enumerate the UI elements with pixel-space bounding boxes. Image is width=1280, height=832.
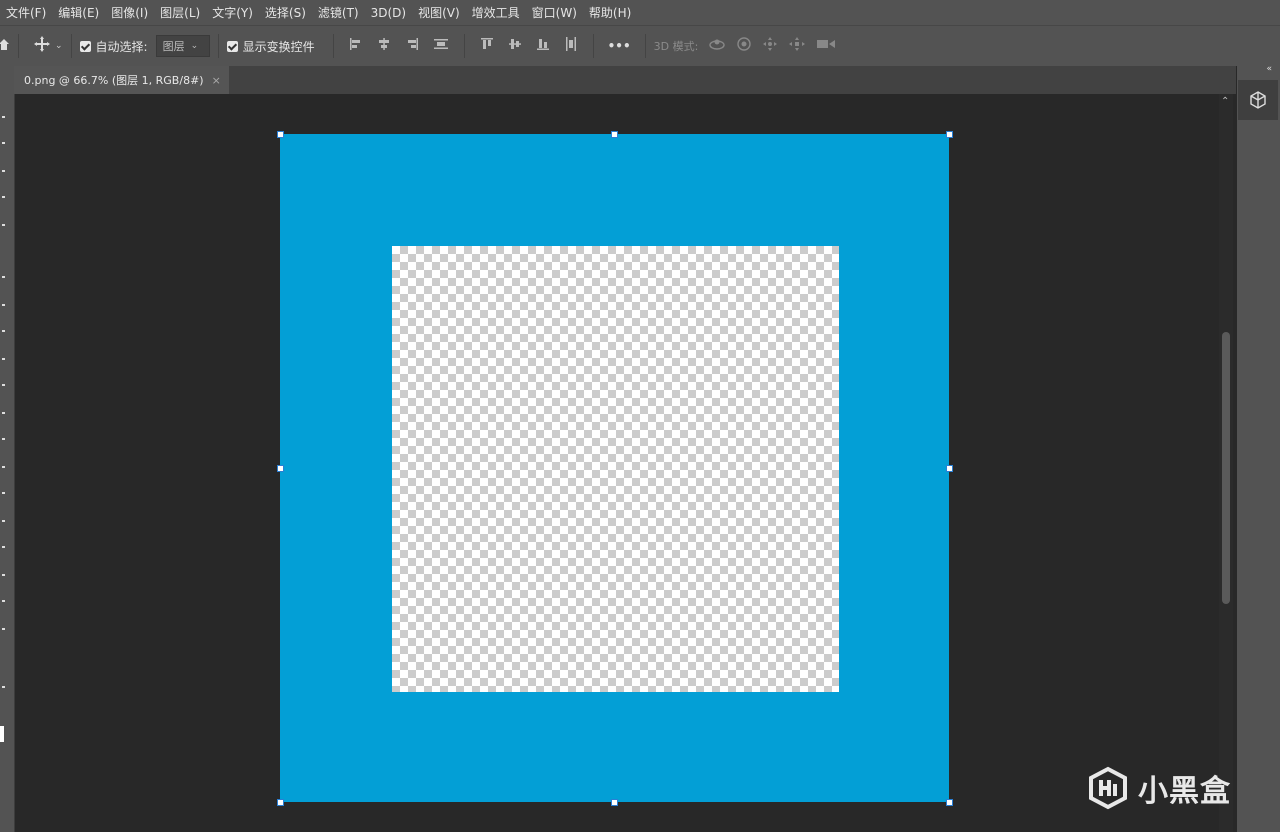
tool-marker: [2, 358, 5, 360]
tool-marker: [2, 384, 5, 386]
distribute-horizontal-icon[interactable]: [433, 37, 449, 55]
tool-marker: [2, 628, 5, 630]
home-icon[interactable]: [0, 37, 10, 55]
transform-handle-bottom-left[interactable]: [277, 799, 284, 806]
tool-marker: [2, 412, 5, 414]
transform-handle-left[interactable]: [277, 465, 284, 472]
transform-handle-top[interactable]: [611, 131, 618, 138]
move-tool-icon[interactable]: [33, 35, 51, 57]
camera-3d-icon[interactable]: [816, 37, 836, 55]
tool-marker: [2, 196, 5, 198]
auto-select-dropdown[interactable]: 图层 ⌄: [155, 35, 210, 57]
vertical-scrollbar[interactable]: ⌃: [1219, 94, 1233, 832]
align-right-icon[interactable]: [405, 37, 419, 55]
tools-panel[interactable]: [0, 66, 15, 832]
menu-edit[interactable]: 编辑(E): [52, 4, 105, 21]
menu-3d[interactable]: 3D(D): [365, 6, 412, 20]
tool-marker: [2, 170, 5, 172]
align-top-icon[interactable]: [480, 37, 494, 55]
tool-marker: [2, 574, 5, 576]
foreground-color-swatch[interactable]: [0, 726, 4, 742]
slide-3d-icon[interactable]: [788, 36, 806, 56]
separator: [644, 34, 646, 58]
auto-select-checkbox[interactable]: [79, 40, 91, 52]
tool-marker: [2, 546, 5, 548]
mode3d-group: [708, 36, 836, 56]
xiaoheihe-logo-icon: [1089, 766, 1127, 810]
right-panel-dock: «: [1237, 64, 1280, 832]
tool-marker: [2, 438, 5, 440]
pan-3d-icon[interactable]: [762, 36, 778, 56]
watermark-text: 小黑盒: [1138, 774, 1231, 809]
tool-marker: [2, 492, 5, 494]
transform-handle-bottom-right[interactable]: [946, 799, 953, 806]
roll-3d-icon[interactable]: [736, 36, 752, 56]
menu-image[interactable]: 图像(I): [105, 4, 154, 21]
mode3d-label: 3D 模式:: [653, 40, 699, 53]
transform-handle-right[interactable]: [946, 465, 953, 472]
document-tab-bar: 0.png @ 66.7% (图层 1, RGB/8#) ×: [14, 66, 1236, 94]
auto-select-label: 自动选择:: [95, 39, 148, 54]
menu-help[interactable]: 帮助(H): [583, 4, 637, 21]
separator: [463, 34, 465, 58]
transform-handle-top-left[interactable]: [277, 131, 284, 138]
align-hcenter-icon[interactable]: [377, 37, 391, 55]
menu-filter[interactable]: 滤镜(T): [312, 4, 365, 21]
3d-panel-button[interactable]: [1238, 80, 1278, 120]
separator: [332, 34, 334, 58]
menu-select[interactable]: 选择(S): [259, 4, 312, 21]
valign-group: [473, 36, 585, 56]
tool-marker: [2, 304, 5, 306]
scroll-up-icon[interactable]: ⌃: [1221, 96, 1229, 107]
separator: [592, 34, 594, 58]
tool-marker: [2, 466, 5, 468]
tool-marker: [2, 600, 5, 602]
menu-plugins[interactable]: 增效工具: [466, 4, 526, 21]
document-tab[interactable]: 0.png @ 66.7% (图层 1, RGB/8#) ×: [14, 66, 229, 94]
orbit-3d-icon[interactable]: [708, 36, 726, 56]
more-options-button[interactable]: •••: [608, 39, 631, 53]
transparent-area: [392, 246, 839, 692]
document-canvas[interactable]: [280, 134, 949, 802]
distribute-vertical-icon[interactable]: [564, 36, 578, 56]
options-bar: ⌄ 自动选择: 图层 ⌄ 显示变换控件 ••• 3D 模式:: [0, 25, 1280, 66]
menu-layer[interactable]: 图层(L): [154, 4, 206, 21]
transform-handle-top-right[interactable]: [946, 131, 953, 138]
menu-window[interactable]: 窗口(W): [526, 4, 583, 21]
tool-marker: [2, 686, 5, 688]
menu-file[interactable]: 文件(F): [0, 4, 52, 21]
tool-marker: [2, 116, 5, 118]
chevron-down-icon: ⌄: [190, 41, 199, 51]
watermark: 小黑盒: [1086, 766, 1231, 810]
tool-marker: [2, 224, 5, 226]
separator: [18, 34, 19, 58]
tool-marker: [2, 276, 5, 278]
document-tab-title: 0.png @ 66.7% (图层 1, RGB/8#): [24, 74, 204, 87]
chevron-down-icon[interactable]: ⌄: [55, 41, 63, 51]
menu-view[interactable]: 视图(V): [412, 4, 466, 21]
collapse-panels-icon[interactable]: «: [1266, 64, 1272, 74]
show-transform-label: 显示变换控件: [242, 39, 315, 54]
align-bottom-icon[interactable]: [536, 37, 550, 55]
auto-select-value: 图层: [162, 40, 185, 53]
menu-bar: 文件(F) 编辑(E) 图像(I) 图层(L) 文字(Y) 选择(S) 滤镜(T…: [0, 0, 1280, 25]
tool-marker: [2, 520, 5, 522]
menu-type[interactable]: 文字(Y): [206, 4, 259, 21]
separator: [217, 34, 219, 58]
transform-handle-bottom[interactable]: [611, 799, 618, 806]
close-icon[interactable]: ×: [212, 74, 221, 87]
align-group: [342, 37, 456, 55]
tool-marker: [2, 330, 5, 332]
tool-marker: [2, 142, 5, 144]
align-left-icon[interactable]: [349, 37, 363, 55]
cube-icon: [1250, 91, 1266, 109]
show-transform-checkbox[interactable]: [226, 40, 238, 52]
separator: [70, 34, 72, 58]
align-vcenter-icon[interactable]: [508, 37, 522, 55]
scrollbar-thumb[interactable]: [1222, 332, 1230, 604]
